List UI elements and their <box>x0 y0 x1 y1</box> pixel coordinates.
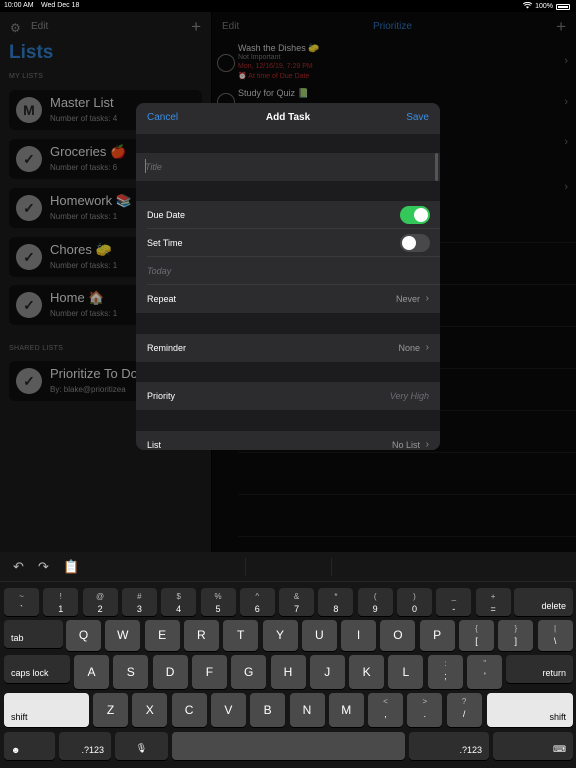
key-row1-11[interactable]: _ - <box>436 588 472 616</box>
key-o[interactable]: O <box>380 620 416 651</box>
key-row1-10[interactable]: ) 0 <box>397 588 432 616</box>
shift-left-key[interactable]: shift <box>4 693 89 727</box>
key-row4-sym-0[interactable]: <, <box>368 693 403 727</box>
reminder-row[interactable]: Reminder None › <box>136 334 440 362</box>
undo-icon[interactable]: ↶ <box>13 559 24 575</box>
key-row2-sym-2[interactable]: | \ <box>537 620 573 651</box>
key-c[interactable]: C <box>171 693 207 727</box>
key-v[interactable]: V <box>210 693 246 727</box>
paste-icon[interactable]: 📋 <box>63 559 79 575</box>
key-g[interactable]: G <box>231 655 267 689</box>
chevron-right-icon: › <box>425 293 429 304</box>
due-date-label: Due Date <box>147 210 186 220</box>
chevron-right-icon: › <box>425 439 429 450</box>
key-p[interactable]: P <box>419 620 455 651</box>
key-row2-sym-0[interactable]: {[ <box>459 620 494 651</box>
microphone-key[interactable]: 🎙 <box>115 732 168 760</box>
save-button[interactable]: Save <box>406 112 429 123</box>
date-row[interactable]: Today <box>136 257 440 285</box>
key-l[interactable]: L <box>388 655 424 689</box>
delete-key[interactable]: delete <box>514 588 573 616</box>
repeat-row[interactable]: Repeat Never › <box>136 285 440 313</box>
key-row2-sym-1[interactable]: }] <box>498 620 534 651</box>
key-row1-5[interactable]: % 5 <box>200 588 236 616</box>
key-m[interactable]: M <box>328 693 364 727</box>
key-row1-0[interactable]: ~ ` <box>4 588 39 616</box>
list-label: List <box>147 440 162 450</box>
priority-field[interactable]: Very High <box>390 391 429 401</box>
scrollbar[interactable] <box>435 153 438 181</box>
key-z[interactable]: Z <box>93 693 128 727</box>
reminder-value: None <box>398 343 420 353</box>
key-n[interactable]: N <box>289 693 325 727</box>
numbers-key-right[interactable]: .?123 <box>409 732 489 760</box>
title-input[interactable] <box>145 160 425 174</box>
date-value: Today <box>147 266 172 276</box>
key-q[interactable]: Q <box>66 620 101 651</box>
keyboard-dismiss-icon: ⌨ <box>553 744 566 754</box>
key-w[interactable]: W <box>105 620 141 651</box>
set-time-row: Set Time <box>136 229 440 257</box>
return-key[interactable]: return <box>506 655 573 683</box>
key-row1-3[interactable]: #3 <box>121 588 157 616</box>
key-y[interactable]: Y <box>262 620 298 651</box>
add-task-modal: Cancel Add Task Save Due Date Set Time T… <box>136 103 440 450</box>
title-row[interactable] <box>136 153 440 181</box>
keyboard-toolbar: ↶ ↷ 📋 <box>0 552 576 582</box>
key-row1-12[interactable]: + = <box>475 588 511 616</box>
list-value: No List <box>391 440 420 450</box>
tab-key[interactable]: tab <box>4 620 63 648</box>
key-row3-sym-1[interactable]: " ' <box>467 655 503 689</box>
key-row1-8[interactable]: * 8 <box>318 588 354 616</box>
set-time-label: Set Time <box>147 238 183 248</box>
key-row1-7[interactable]: & 7 <box>279 588 315 616</box>
emoji-icon: ☻ <box>11 745 21 755</box>
key-row1-1[interactable]: ! 1 <box>43 588 79 616</box>
key-k[interactable]: K <box>349 655 385 689</box>
set-time-toggle[interactable] <box>400 234 430 252</box>
keyboard-dismiss-key[interactable]: ⌨ <box>493 732 573 760</box>
key-h[interactable]: H <box>270 655 306 689</box>
key-t[interactable]: T <box>223 620 259 651</box>
key-r[interactable]: R <box>183 620 219 651</box>
key-row1-6[interactable]: ^ 6 <box>239 588 275 616</box>
caps-lock-key[interactable]: caps lock <box>4 655 70 683</box>
modal-title: Add Task <box>265 112 311 123</box>
key-row3-sym-0[interactable]: :; <box>428 655 463 689</box>
key-row1-9[interactable]: (9 <box>357 588 393 616</box>
keyboard: ↶ ↷ 📋 ~ `! 1 @2 #3 $4% 5 ^ 6 & 7 * 8(9) 0 _ - + = Q W E R T Y U I… <box>0 552 576 768</box>
key-row4-sym-2[interactable]: ? / <box>446 693 482 727</box>
emoji-key[interactable]: ☻ <box>4 732 55 760</box>
shift-right-key[interactable]: shift <box>487 693 573 727</box>
key-i[interactable]: I <box>341 620 377 651</box>
redo-icon[interactable]: ↷ <box>38 559 49 575</box>
key-f[interactable]: F <box>191 655 227 689</box>
microphone-icon: 🎙 <box>135 743 148 753</box>
priority-label: Priority <box>147 391 176 401</box>
space-bar[interactable] <box>172 732 405 760</box>
key-row4-sym-1[interactable]: >. <box>407 693 443 727</box>
reminder-label: Reminder <box>147 343 187 353</box>
due-date-row: Due Date <box>136 201 440 229</box>
numbers-key-left[interactable]: .?123 <box>59 732 111 760</box>
key-row1-4[interactable]: $4 <box>161 588 197 616</box>
key-a[interactable]: A <box>74 655 109 689</box>
key-s[interactable]: S <box>113 655 149 689</box>
key-row1-2[interactable]: @2 <box>82 588 118 616</box>
repeat-value: Never <box>395 294 420 304</box>
key-e[interactable]: E <box>144 620 180 651</box>
key-j[interactable]: J <box>309 655 345 689</box>
due-date-toggle[interactable] <box>400 206 430 224</box>
text-caret <box>145 159 146 173</box>
priority-row[interactable]: Priority Very High <box>136 382 440 410</box>
list-row[interactable]: List No List › <box>136 431 440 450</box>
key-x[interactable]: X <box>132 693 168 727</box>
chevron-right-icon: › <box>425 342 429 353</box>
key-d[interactable]: D <box>152 655 188 689</box>
modal-header: Cancel Add Task Save <box>136 103 440 134</box>
repeat-label: Repeat <box>147 294 177 304</box>
key-b[interactable]: B <box>250 693 286 727</box>
key-u[interactable]: U <box>301 620 337 651</box>
